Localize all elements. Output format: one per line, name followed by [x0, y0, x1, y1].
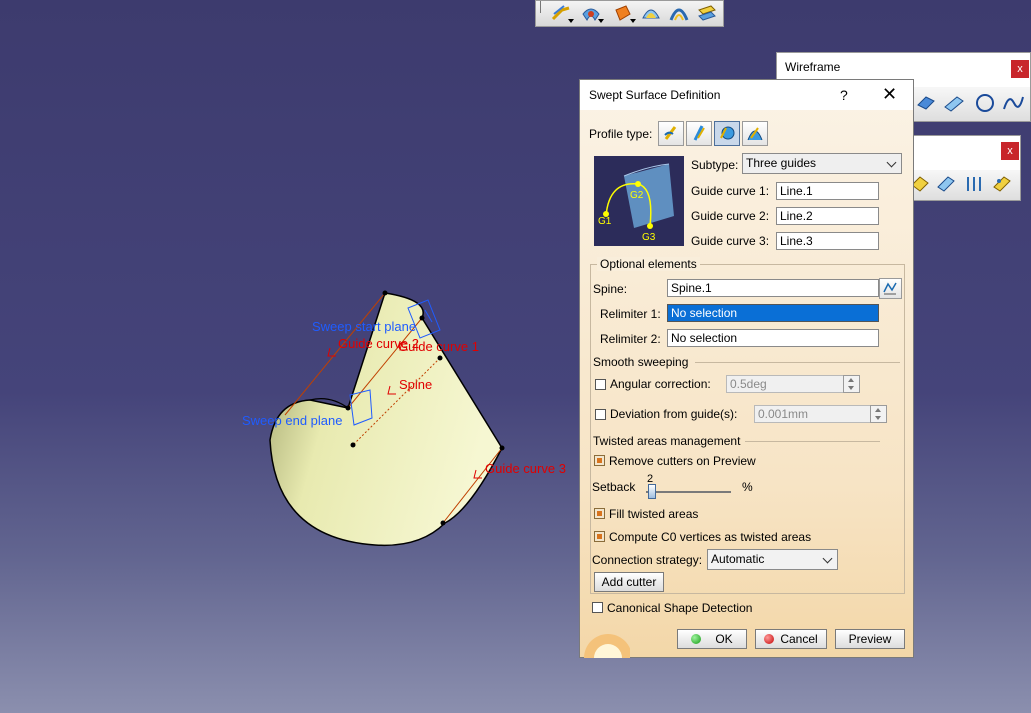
add-cutter-button[interactable]: Add cutter — [594, 572, 664, 592]
connection-strategy-select[interactable]: Automatic — [707, 549, 838, 570]
conic-profile-icon — [747, 127, 763, 141]
split-icon[interactable] — [963, 173, 985, 195]
smooth-divider — [695, 362, 900, 363]
subtype-value: Three guides — [746, 156, 817, 170]
fill-twisted-label: Fill twisted areas — [609, 507, 699, 521]
guide-curve-1-field-label: Guide curve 1: — [691, 184, 770, 198]
subtype-select[interactable]: Three guides — [742, 153, 902, 174]
dialog-title: Swept Surface Definition — [589, 88, 721, 102]
chevron-down-icon — [822, 553, 833, 564]
spine-field-label: Spine: — [593, 282, 628, 296]
fill-twisted-checkbox[interactable] — [594, 508, 605, 519]
smooth-sweeping-title: Smooth sweeping — [593, 355, 689, 369]
circle-icon[interactable] — [973, 91, 997, 115]
guide-curve-1-field[interactable]: Line.1 — [776, 182, 879, 200]
circle-profile-icon — [720, 126, 735, 140]
spine-field[interactable]: Spine.1 — [667, 279, 879, 297]
optional-elements-title: Optional elements — [597, 257, 700, 271]
spine-sketch-button[interactable] — [879, 278, 902, 299]
guide-curve-2-field[interactable]: Line.2 — [776, 207, 879, 225]
setback-slider-thumb[interactable] — [648, 484, 656, 499]
spine-label: Spine — [399, 377, 433, 392]
guide-curve-1-label: Guide curve 1 — [398, 339, 479, 354]
guide-curve-3-field-label: Guide curve 3: — [691, 234, 770, 248]
sweep-start-plane-label: Sweep start plane — [312, 319, 417, 334]
line-icon[interactable] — [942, 91, 966, 115]
relimiter-2-label: Relimiter 2: — [600, 332, 661, 346]
setback-slider-track[interactable] — [646, 491, 731, 493]
ok-button[interactable]: OK — [677, 629, 747, 649]
trim-icon[interactable] — [935, 173, 957, 195]
extract-icon[interactable] — [991, 173, 1013, 195]
multisection-icon[interactable] — [696, 2, 720, 24]
ok-label: OK — [715, 632, 733, 646]
cancel-label: Cancel — [780, 632, 818, 646]
remove-cutters-checkbox[interactable] — [594, 455, 605, 466]
sweep-end-plane-label: Sweep end plane — [242, 413, 343, 428]
subtype-label: Subtype: — [691, 158, 739, 172]
preview-button[interactable]: Preview — [835, 629, 905, 649]
cancel-icon — [764, 634, 775, 644]
angular-correction-checkbox[interactable] — [595, 379, 606, 390]
remove-cutters-label: Remove cutters on Preview — [609, 454, 756, 468]
line-profile-icon — [693, 125, 705, 141]
sketch-icon — [883, 282, 897, 295]
connection-strategy-label: Connection strategy: — [592, 553, 703, 567]
swept-surface-dialog: Swept Surface Definition ? ✕ Profile typ… — [579, 79, 914, 658]
subtype-preview-image: G1 G2 G3 — [594, 156, 684, 246]
offset-icon[interactable] — [668, 2, 692, 24]
compute-c0-checkbox[interactable] — [594, 531, 605, 542]
surfaces-toolbar — [535, 0, 724, 27]
setback-unit: % — [742, 480, 753, 494]
profile-explicit-button[interactable] — [658, 121, 684, 146]
extrude-icon[interactable] — [612, 2, 636, 24]
chevron-down-icon — [886, 157, 897, 168]
close-button[interactable]: ✕ — [882, 84, 897, 105]
dialog-logo-icon — [584, 634, 630, 658]
relimiter-1-field[interactable]: No selection — [667, 304, 879, 322]
compute-c0-label: Compute C0 vertices as twisted areas — [609, 530, 812, 544]
connection-strategy-value: Automatic — [711, 552, 765, 566]
g1-label: G1 — [598, 216, 612, 227]
cancel-button[interactable]: Cancel — [755, 629, 827, 649]
fill-icon[interactable] — [580, 2, 604, 24]
angular-correction-field[interactable]: 0.5deg — [726, 375, 844, 393]
point-icon[interactable] — [914, 91, 938, 115]
profile-conic-button[interactable] — [742, 121, 768, 146]
relimiter-1-label: Relimiter 1: — [600, 307, 661, 321]
deviation-checkbox[interactable] — [595, 409, 606, 420]
operations-close-button[interactable]: x — [1001, 142, 1019, 160]
profile-circle-button[interactable] — [714, 121, 740, 146]
canonical-shape-label: Canonical Shape Detection — [607, 601, 753, 615]
toolbar-grip[interactable] — [540, 1, 541, 13]
wireframe-toolbar-title: Wireframe — [785, 60, 841, 74]
guide-curve-3-label: Guide curve 3 — [485, 461, 566, 476]
g3-label: G3 — [642, 232, 656, 243]
profile-line-button[interactable] — [686, 121, 712, 146]
g2-label: G2 — [630, 190, 644, 201]
sweep-icon[interactable] — [550, 2, 574, 24]
explicit-profile-icon — [664, 126, 677, 140]
spline-icon[interactable] — [1001, 91, 1025, 115]
setback-label: Setback — [592, 480, 636, 494]
angular-spinner[interactable] — [843, 375, 860, 393]
dialog-titlebar[interactable]: Swept Surface Definition ? ✕ — [580, 80, 913, 110]
deviation-label: Deviation from guide(s): — [610, 407, 738, 421]
guide-curve-2-field-label: Guide curve 2: — [691, 209, 770, 223]
twisted-divider — [745, 441, 880, 442]
deviation-field[interactable]: 0.001mm — [754, 405, 871, 423]
deviation-spinner[interactable] — [870, 405, 887, 423]
ok-icon — [691, 634, 702, 644]
profile-type-label: Profile type: — [589, 127, 653, 141]
guide-curve-3-field[interactable]: Line.3 — [776, 232, 879, 250]
relimiter-2-field[interactable]: No selection — [667, 329, 879, 347]
wireframe-close-button[interactable]: x — [1011, 60, 1029, 78]
angular-correction-label: Angular correction: — [610, 377, 711, 391]
help-button[interactable]: ? — [840, 87, 848, 103]
canonical-shape-checkbox[interactable] — [592, 602, 603, 613]
twisted-areas-title: Twisted areas management — [593, 434, 741, 448]
blend-icon[interactable] — [640, 2, 664, 24]
